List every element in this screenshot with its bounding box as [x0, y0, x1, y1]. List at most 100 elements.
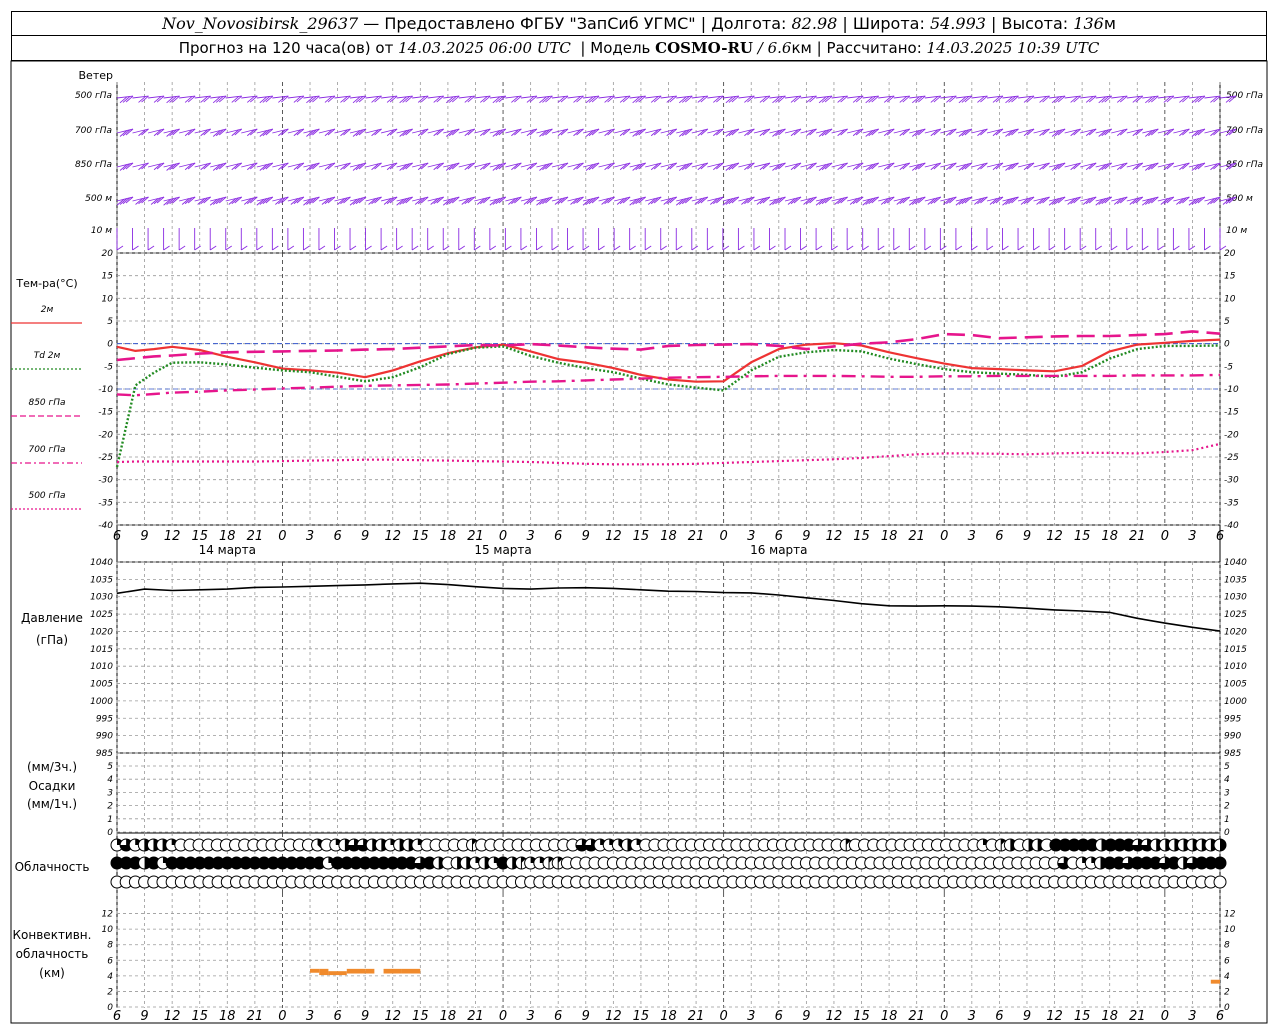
wind-barb: [862, 228, 869, 251]
wind-barb: [1188, 228, 1196, 251]
hour-tick-label-bottom: 3: [968, 1009, 976, 1024]
hour-tick-label: 21: [1129, 529, 1146, 544]
wind-barb: [1204, 162, 1221, 171]
wind-barb: [163, 95, 180, 104]
wind-barb: [443, 95, 460, 104]
wind-barb: [349, 162, 367, 171]
wind-barb: [303, 128, 320, 137]
wind-barb: [847, 128, 864, 137]
wind-barb-flag: [598, 245, 605, 251]
wind-barb: [1111, 162, 1128, 171]
wind-barb-flag: [738, 245, 745, 251]
wind-barb: [365, 128, 382, 137]
wind-barb: [614, 95, 631, 103]
wind-barb: [800, 95, 817, 103]
wind-barb-flag: [1111, 245, 1118, 251]
wind-barb: [598, 162, 615, 171]
wind-barb: [878, 95, 895, 103]
wind-barb: [737, 228, 745, 251]
wind-level-label-right: 10 м: [1226, 226, 1247, 236]
temp-tick-right: 15: [1224, 272, 1236, 282]
wind-barb-flag: [272, 245, 279, 251]
wind-barb: [256, 196, 274, 206]
hour-tick-label: 6: [113, 529, 121, 544]
wind-barb: [505, 128, 522, 137]
wind-barb: [536, 128, 553, 137]
wind-barb: [1064, 128, 1081, 137]
wind-barb: [302, 228, 310, 251]
wind-barb: [940, 162, 957, 171]
temp-tick-left: 5: [107, 317, 113, 327]
wind-barb: [116, 196, 134, 206]
wind-barb: [1080, 95, 1097, 103]
wind-barb: [303, 196, 320, 206]
wind-barb: [443, 128, 460, 137]
wind-barb: [629, 196, 646, 206]
pres-tick-right: 1035: [1224, 575, 1247, 585]
wind-barb: [380, 162, 398, 171]
wind-barb: [800, 128, 817, 137]
wind-barb: [722, 128, 740, 137]
temp-tick-right: 20: [1224, 249, 1236, 259]
hour-tick-label: 15: [412, 529, 429, 544]
pres-tick-left: 1025: [90, 610, 113, 620]
wind-barb: [1142, 128, 1159, 137]
wind-barb-flag: [877, 245, 885, 251]
wind-barb: [334, 128, 351, 137]
wind-barb: [738, 128, 755, 137]
wind-barb: [178, 228, 186, 251]
conv-tick-right: 4: [1224, 972, 1230, 982]
convective-cloud-bar: [346, 968, 366, 974]
temp-tick-left: -20: [98, 430, 113, 440]
wind-barb: [225, 228, 232, 251]
wind-barb: [365, 95, 382, 103]
wind-barb: [334, 196, 351, 205]
wind-barb: [163, 228, 170, 251]
wind-barb: [225, 128, 243, 137]
hour-tick-label: 6: [554, 529, 562, 544]
wind-barb: [909, 128, 926, 137]
temp-tick-left: -10: [98, 385, 113, 395]
wind-barb: [458, 95, 476, 103]
wind-barb: [862, 128, 879, 137]
wind-barb: [909, 95, 926, 104]
wind-barb: [940, 95, 957, 103]
wind-barb: [676, 128, 693, 137]
temp-legend-label: 2м: [41, 305, 54, 315]
wind-barb-flag: [225, 245, 232, 251]
wind-barb: [536, 228, 543, 251]
temp-tick-right: -40: [1224, 521, 1239, 531]
cloud-symbol: [1213, 856, 1227, 870]
wind-barb-flag: [753, 245, 761, 251]
hour-tick-label: 18: [219, 529, 236, 544]
wind-barb-flag: [520, 245, 528, 251]
wind-barb: [800, 162, 817, 171]
wind-barb-flag: [846, 245, 854, 251]
temp-tick-right: 5: [1224, 317, 1230, 327]
temp-tick-left: 15: [102, 272, 114, 282]
wind-barb: [924, 162, 942, 171]
wind-barb: [675, 196, 693, 206]
wind-barb: [1033, 196, 1050, 205]
wind-barb: [271, 228, 279, 251]
hour-tick-label: 9: [802, 529, 810, 544]
wind-barb: [505, 196, 522, 205]
wind-barb: [1064, 162, 1081, 171]
wind-barb: [505, 162, 522, 171]
pres-tick-left: 1030: [90, 593, 113, 603]
wind-barb: [287, 128, 305, 137]
wind-barb: [551, 95, 569, 103]
pres-title: Давление: [21, 611, 83, 625]
temp-legend-label: 850 гПа: [28, 398, 65, 408]
wind-barb: [1173, 95, 1190, 103]
wind-barb: [163, 162, 180, 171]
wind-barb: [520, 128, 538, 137]
pres-tick-left: 1015: [90, 645, 113, 655]
wind-barb: [722, 95, 740, 104]
wind-barb: [613, 228, 621, 251]
hour-tick-label: 15: [1074, 529, 1091, 544]
wind-barb: [536, 95, 553, 104]
wind-barb: [784, 128, 802, 137]
wind-barb-flag: [1064, 245, 1071, 251]
wind-barb: [256, 162, 274, 171]
